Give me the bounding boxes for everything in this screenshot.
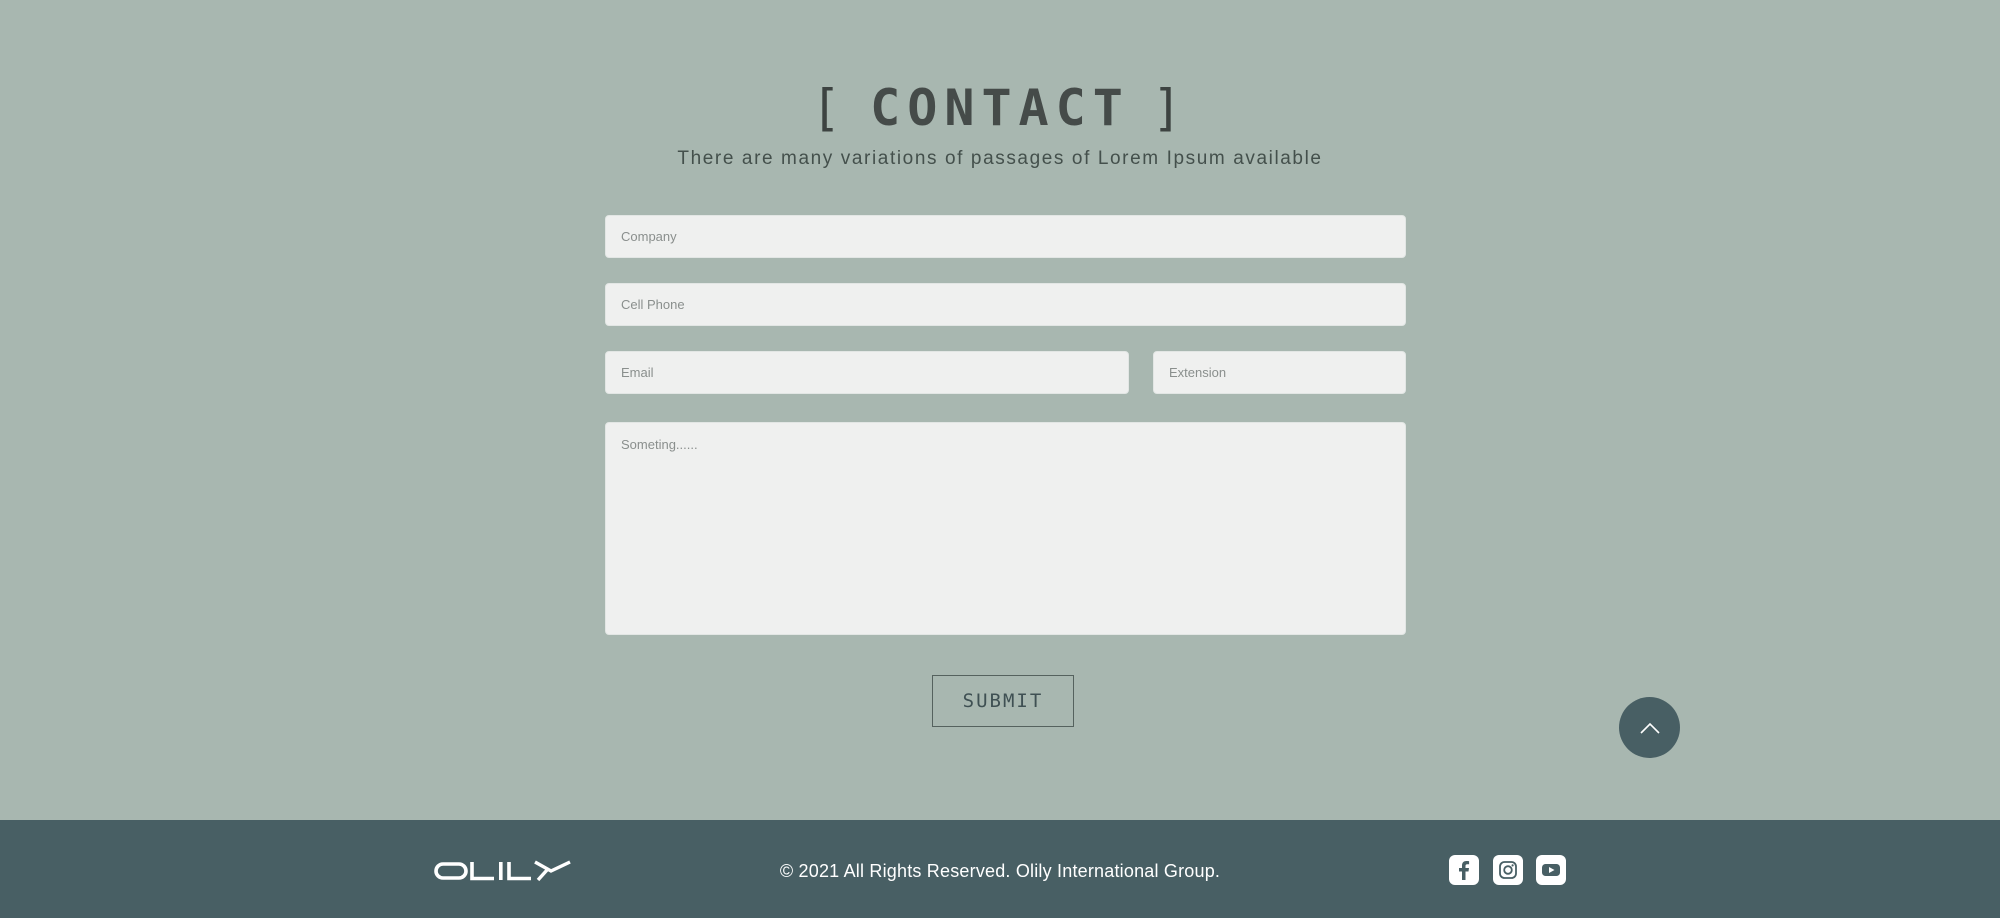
instagram-icon [1499, 861, 1517, 879]
submit-button[interactable]: SUBMIT [932, 675, 1074, 727]
footer: © 2021 All Rights Reserved. Olily Intern… [0, 820, 2000, 918]
page-subtitle: There are many variations of passages of… [677, 148, 1323, 169]
facebook-link[interactable] [1449, 855, 1479, 885]
youtube-icon [1542, 864, 1560, 876]
youtube-link[interactable] [1536, 855, 1566, 885]
cell-phone-input[interactable] [605, 283, 1406, 326]
email-input[interactable] [605, 351, 1129, 394]
facebook-icon [1459, 861, 1470, 880]
message-textarea[interactable] [605, 422, 1406, 635]
instagram-link[interactable] [1493, 855, 1523, 885]
copyright-text: © 2021 All Rights Reserved. Olily Intern… [779, 861, 1221, 881]
scroll-to-top-button[interactable] [1619, 697, 1680, 758]
chevron-up-icon [1639, 722, 1660, 734]
title-bracket-close: ] [1151, 79, 1189, 137]
company-input[interactable] [605, 215, 1406, 258]
title-bracket-open: [ [811, 79, 849, 137]
title-text: CONTACT [870, 79, 1130, 137]
page-title: [ CONTACT] [0, 78, 2000, 138]
extension-input[interactable] [1153, 351, 1406, 394]
